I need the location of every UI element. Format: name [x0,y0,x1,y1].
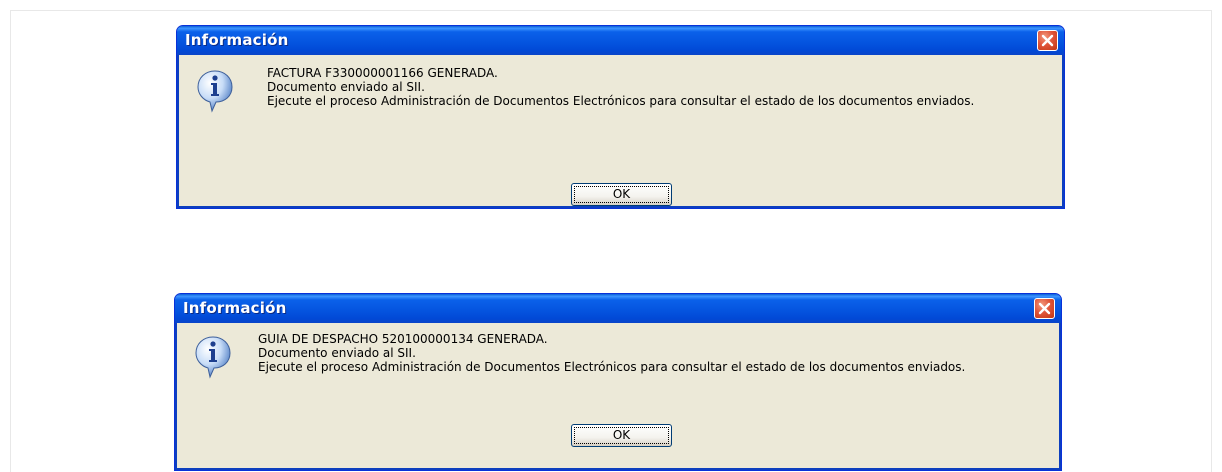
information-dialog-1: Información FACTURA F330000001166 GENERA… [176,25,1065,209]
ok-button[interactable]: OK [571,424,672,447]
dialog-message: FACTURA F330000001166 GENERADA. Document… [267,66,974,108]
page-border-top [10,10,1212,11]
message-line-3: Ejecute el proceso Administración de Doc… [267,94,975,108]
information-dialog-2: Información GUIA DE DESPACHO 52010000013… [174,293,1062,471]
close-button[interactable] [1034,298,1055,319]
dialog-titlebar[interactable]: Información [175,294,1061,323]
message-line-2: Documento enviado al SII. [258,346,416,360]
page-border-left [10,10,11,472]
information-icon [197,70,233,113]
screenshot-page: Información FACTURA F330000001166 GENERA… [0,0,1222,472]
dialog-title: Información [185,31,289,49]
close-icon [1041,34,1054,47]
close-button[interactable] [1037,30,1058,51]
information-icon [195,336,231,379]
message-line-3: Ejecute el proceso Administración de Doc… [258,360,966,374]
message-line-2: Documento enviado al SII. [267,80,425,94]
dialog-body: FACTURA F330000001166 GENERADA. Document… [180,55,1061,206]
page-border-right [1211,10,1212,472]
dialog-titlebar[interactable]: Información [177,26,1064,55]
dialog-message: GUIA DE DESPACHO 520100000134 GENERADA. … [258,332,965,374]
dialog-body: GUIA DE DESPACHO 520100000134 GENERADA. … [178,323,1058,467]
message-line-1: FACTURA F330000001166 GENERADA. [267,66,498,80]
close-icon [1038,302,1051,315]
ok-button[interactable]: OK [571,183,672,206]
dialog-title: Información [183,299,287,317]
message-line-1: GUIA DE DESPACHO 520100000134 GENERADA. [258,332,548,346]
